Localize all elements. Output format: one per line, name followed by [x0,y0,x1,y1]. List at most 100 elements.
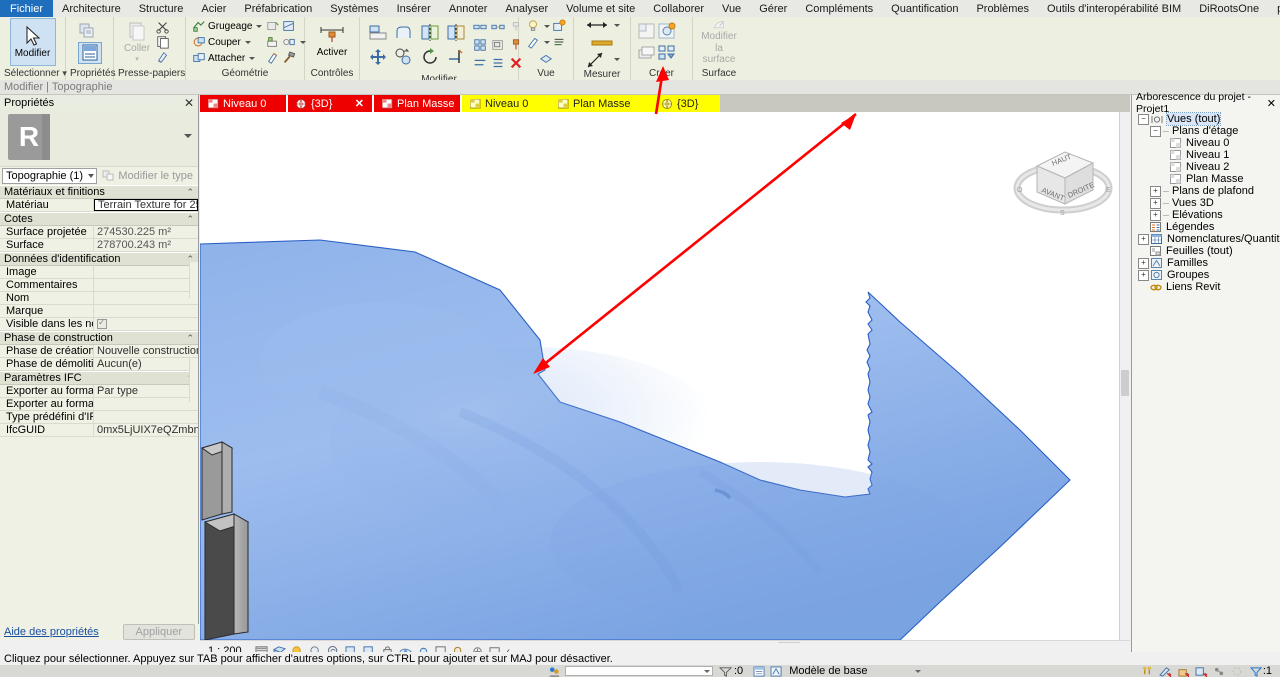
demolish-icon[interactable] [266,35,280,49]
design-option-selector[interactable]: Modèle de base [789,665,922,677]
view-tab-plan-masse-2[interactable]: Plan Masse [550,95,638,112]
render-icon[interactable] [552,19,566,33]
visible-checkbox[interactable] [97,318,107,329]
multi-trim-icon[interactable] [491,56,505,70]
property-row-exporter-ifc-2[interactable]: Exporter au format IFC ... [0,398,198,411]
chevron-down-icon[interactable] [544,40,550,44]
tree-node-niveau-0[interactable]: Niveau 0 [1134,137,1280,149]
chevron-down-icon[interactable] [244,40,251,44]
tree-node-groupes[interactable]: + Groupes [1134,269,1280,281]
tree-node-legendes[interactable]: Légendes [1134,221,1280,233]
drawing-canvas[interactable] [200,112,1130,640]
property-group-donnees-identification[interactable]: Données d'identification ⌃ [0,252,198,266]
create-part-icon[interactable] [637,44,657,63]
close-icon[interactable]: ✕ [355,97,364,110]
worksharing-icon[interactable] [548,666,561,677]
modify-button[interactable]: Modifier [9,18,56,66]
property-group-parametres-ifc[interactable]: Paramètres IFC ⌃ [0,371,198,385]
exclude-options-icon[interactable] [1141,666,1154,677]
selection-filter-field[interactable] [565,666,713,676]
tree-node-plans-etage[interactable]: − Plans d'étage [1134,125,1280,137]
move-icon[interactable] [368,47,390,67]
filter-badge-icon[interactable] [1249,666,1263,677]
cope-button[interactable]: Grugeage [192,19,263,34]
property-group-materiaux[interactable]: Matériaux et finitions ⌃ [0,185,198,199]
match-type-icon[interactable] [156,50,170,64]
chevron-down-icon[interactable] [184,134,192,138]
view-visibility-icon[interactable] [552,35,566,49]
apply-button[interactable]: Appliquer [122,624,195,640]
chevron-down-icon[interactable] [614,24,620,27]
create-similar-icon[interactable] [637,22,657,41]
type-properties-icon[interactable] [78,21,102,41]
property-row-exporter-ifc[interactable]: Exporter au format IFC Par type [0,385,198,398]
property-row-marque[interactable]: Marque [0,305,198,318]
menu-item-prefabrication[interactable]: Préfabrication [235,0,321,17]
filter-icon[interactable] [719,666,732,677]
expand-icon[interactable]: + [1138,233,1149,245]
tree-node-vues-3d[interactable]: + Vues 3D [1134,197,1280,209]
menu-item-analyser[interactable]: Analyser [496,0,557,17]
main-model-icon[interactable] [770,665,783,677]
paste-button[interactable]: Coller ▾ [120,18,154,64]
measure-between-icon[interactable] [584,20,610,32]
expand-icon[interactable]: + [1150,197,1161,209]
menu-item-volume-et-site[interactable]: Volume et site [557,0,644,17]
property-value[interactable] [94,411,198,423]
menu-item-gerer[interactable]: Gérer [750,0,796,17]
property-value[interactable]: 0mx5LjUIX7eQZmbnj4P... [94,424,198,436]
collapse-icon[interactable]: − [1150,125,1161,137]
reveal-hidden-icon[interactable] [526,19,540,33]
fillet-icon[interactable] [394,23,416,43]
close-icon[interactable]: ✕ [184,96,194,110]
property-group-cotes[interactable]: Cotes ⌃ [0,212,198,226]
join-button[interactable]: Attacher [192,51,262,66]
properties-help-link[interactable]: Aide des propriétés [4,626,99,638]
chevron-down-icon[interactable] [256,24,263,28]
hammer-icon[interactable] [282,51,296,65]
edit-surface-button[interactable]: Modifier la surface [699,19,739,65]
expand-icon[interactable]: + [1138,257,1149,269]
property-row-phase-creation[interactable]: Phase de création Nouvelle construction [0,345,198,358]
tree-node-plan-masse[interactable]: Plan Masse [1134,173,1280,185]
rotate-icon[interactable] [420,47,442,67]
property-group-phase-construction[interactable]: Phase de construction ⌃ [0,331,198,345]
array-icon[interactable] [473,38,487,52]
temporary-hide-icon[interactable] [1177,666,1190,677]
split-icon[interactable] [473,20,487,34]
mirror-pick-icon[interactable] [446,23,468,43]
menu-item-pyrevit[interactable]: pyRevit [1268,0,1280,17]
chevron-down-icon[interactable] [704,669,710,673]
property-row-image[interactable]: Image [0,266,198,279]
expand-icon[interactable]: + [1150,185,1161,197]
cut-scissors-icon[interactable] [156,20,170,34]
tree-node-niveau-2[interactable]: Niveau 2 [1134,161,1280,173]
property-value[interactable]: Aucun(e) [94,358,198,370]
menu-item-structure[interactable]: Structure [130,0,193,17]
no-workset-icon[interactable] [1231,666,1244,677]
delete-icon[interactable] [509,56,523,70]
paint-icon[interactable] [266,19,280,33]
property-row-ifcguid[interactable]: IfcGUID 0mx5LjUIX7eQZmbnj4P... [0,424,198,437]
view-tab-3d-2[interactable]: {3D} [638,95,720,112]
expand-icon[interactable]: + [1150,209,1161,221]
view-tab-3d-1[interactable]: {3D} ✕ [288,95,374,112]
menu-item-architecture[interactable]: Architecture [53,0,130,17]
menu-item-collaborer[interactable]: Collaborer [644,0,713,17]
pin-icon[interactable] [509,38,523,52]
scrollbar-thumb[interactable] [1121,370,1129,396]
menu-item-fichier[interactable]: Fichier [0,0,54,17]
property-row-visible-nomenclatures[interactable]: Visible dans les nomen... [0,318,198,331]
expand-icon[interactable]: + [1138,269,1149,281]
property-value[interactable] [94,266,198,278]
property-value[interactable] [94,398,198,410]
trim-extend-icon[interactable] [446,47,468,67]
view-tab-plan-masse-1[interactable]: Plan Masse [374,95,462,112]
reveal-constraints-icon[interactable] [1213,666,1226,677]
temporary-hide-icon[interactable] [526,35,540,49]
align-modify-icon[interactable] [368,23,390,43]
collapse-icon[interactable]: − [1138,113,1149,125]
menu-item-systemes[interactable]: Systèmes [321,0,387,17]
property-row-materiau[interactable]: Matériau Terrain Texture for 25... [0,199,198,212]
chevron-down-icon[interactable] [249,56,256,60]
